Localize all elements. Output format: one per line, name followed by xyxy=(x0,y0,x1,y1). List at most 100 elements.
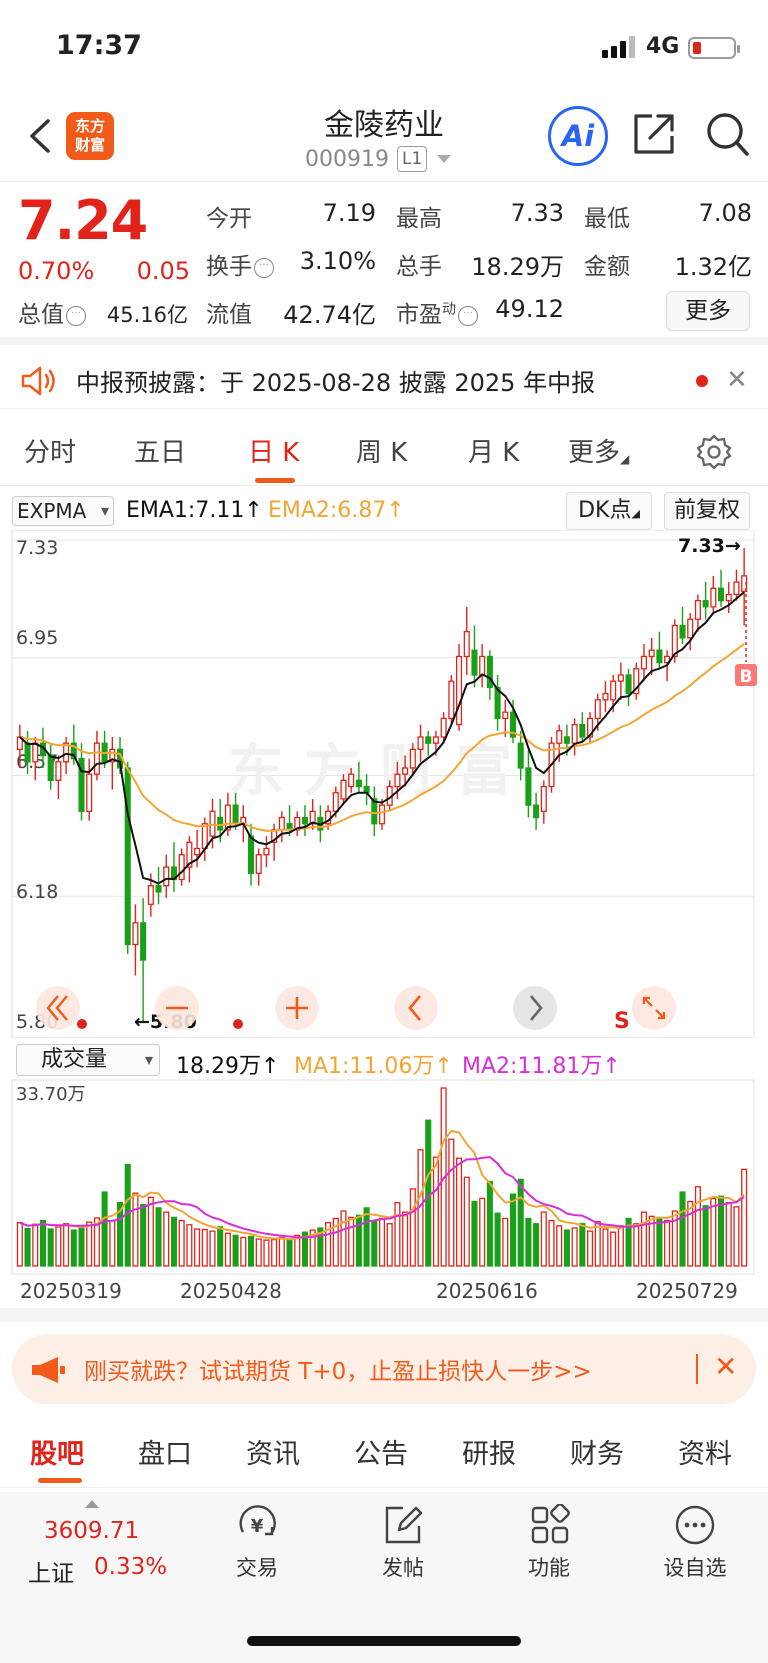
functions-button[interactable]: 功能 xyxy=(504,1504,594,1582)
gear-icon[interactable] xyxy=(696,434,732,470)
volume-indicator-select[interactable]: 成交量 xyxy=(16,1044,160,1076)
ai-button[interactable]: Ai xyxy=(548,106,608,166)
candle-body xyxy=(178,854,185,881)
volume-bar xyxy=(679,1191,686,1267)
close-icon[interactable]: ✕ xyxy=(726,365,748,395)
open-label: 今开 xyxy=(206,206,252,232)
kline-chart[interactable]: 东方财富 7.33 6.95 6.57 6.18 5.80 7.33→ ←5.8… xyxy=(0,530,768,1038)
volume-bar xyxy=(733,1206,740,1267)
tab-five-day[interactable]: 五日 xyxy=(134,432,186,469)
candle-body xyxy=(563,736,570,744)
high-value: 7.33 xyxy=(510,199,564,227)
stock-code-selector[interactable]: 000919 L1 xyxy=(305,146,452,172)
share-icon[interactable] xyxy=(632,112,676,156)
candle-body xyxy=(24,742,31,763)
indicator-select[interactable]: EXPMA xyxy=(12,496,114,526)
candle-body xyxy=(471,649,478,676)
volume-bar xyxy=(633,1223,640,1267)
active-tab-indicator xyxy=(255,478,295,483)
volume-bar xyxy=(178,1219,185,1267)
index-value: 3609.71 xyxy=(44,1518,140,1544)
tab-financials[interactable]: 财务 xyxy=(570,1432,624,1471)
info-icon[interactable]: ··· xyxy=(66,306,86,326)
tab-news[interactable]: 资讯 xyxy=(246,1432,300,1471)
open-value: 7.19 xyxy=(322,199,376,227)
candle-body xyxy=(278,816,285,831)
volume-bar xyxy=(294,1234,301,1267)
tab-research[interactable]: 研报 xyxy=(462,1432,516,1471)
low-value: 7.08 xyxy=(698,199,752,227)
volume-bar xyxy=(533,1223,540,1267)
tab-profile[interactable]: 资料 xyxy=(678,1432,732,1471)
candle-body xyxy=(502,711,509,720)
customize-watchlist-button[interactable]: 设自选 xyxy=(650,1504,740,1582)
tab-daily-k[interactable]: 日 K xyxy=(248,432,299,469)
current-price: 7.24 xyxy=(18,189,148,252)
candle-body xyxy=(610,680,617,701)
candle-body xyxy=(617,674,624,682)
info-icon[interactable]: ··· xyxy=(458,306,478,326)
fullscreen-button[interactable] xyxy=(632,986,676,1030)
more-button[interactable]: 更多 xyxy=(666,291,750,331)
info-icon[interactable]: ··· xyxy=(254,258,274,278)
level-badge: L1 xyxy=(396,146,428,172)
notice-bar[interactable]: 中报预披露：于 2025-08-28 披露 2025 年中报 ✕ xyxy=(0,353,768,409)
candle-body xyxy=(556,730,563,744)
adjust-button[interactable]: 前复权 xyxy=(664,492,750,530)
volume-bar xyxy=(394,1201,401,1267)
tab-intraday[interactable]: 分时 xyxy=(24,432,76,469)
trade-label: 交易 xyxy=(236,1556,278,1580)
ema1-value: EMA1:7.11↑ xyxy=(126,498,263,523)
volume-bar xyxy=(24,1227,31,1267)
candle-body xyxy=(640,655,648,670)
volume-bar xyxy=(687,1200,694,1267)
volume-bar xyxy=(471,1200,478,1267)
volume-bar xyxy=(32,1223,39,1267)
volume-bar xyxy=(155,1207,162,1267)
trade-button[interactable]: ¥ 交易 xyxy=(212,1504,302,1582)
candle-body xyxy=(679,624,686,639)
tab-announcements[interactable]: 公告 xyxy=(354,1432,408,1471)
volume-bar xyxy=(340,1210,347,1267)
candle-body xyxy=(687,618,694,639)
volume-bar xyxy=(286,1238,293,1267)
post-button[interactable]: 发帖 xyxy=(358,1504,448,1582)
tab-order-book[interactable]: 盘口 xyxy=(138,1432,192,1471)
candle-body xyxy=(733,581,740,596)
candle-body xyxy=(463,630,470,658)
tab-more[interactable]: 更多◢ xyxy=(568,432,629,469)
futures-ad-banner[interactable]: 刚买就跌？试试期货 T+0，止盈止损快人一步>> ✕ xyxy=(12,1334,756,1404)
close-icon[interactable]: ✕ xyxy=(714,1350,737,1383)
scroll-left-fast-button[interactable] xyxy=(36,986,80,1030)
volume-bar xyxy=(170,1216,177,1267)
volume-bar xyxy=(694,1186,701,1267)
candle-body xyxy=(625,674,632,695)
volume-bar xyxy=(147,1196,154,1267)
scroll-right-button[interactable] xyxy=(513,986,557,1030)
candle-body xyxy=(255,854,262,874)
dk-point-button[interactable]: DK点◢ xyxy=(566,492,652,530)
candle-body xyxy=(47,754,54,782)
tab-guba[interactable]: 股吧 xyxy=(30,1432,84,1471)
turnover-label: 换手 ··· xyxy=(206,247,274,281)
search-icon[interactable] xyxy=(706,112,750,158)
tab-weekly-k[interactable]: 周 K xyxy=(356,432,407,469)
volume-bar xyxy=(617,1225,624,1267)
candle-body xyxy=(93,742,100,775)
zoom-in-button[interactable] xyxy=(275,986,319,1030)
change-amount: 0.05 xyxy=(136,257,190,285)
tab-monthly-k[interactable]: 月 K xyxy=(468,432,519,469)
market-cap-value: 45.16亿 xyxy=(106,303,188,327)
candle-body xyxy=(717,587,725,602)
volume-bar xyxy=(386,1223,393,1267)
volume-header: 成交量 18.29万↑ MA1:11.06万↑ MA2:11.81万↑ xyxy=(0,1040,768,1080)
volume-bar xyxy=(47,1228,54,1267)
candle-body xyxy=(525,767,532,806)
zoom-out-button[interactable] xyxy=(155,986,199,1030)
volume-bar xyxy=(448,1138,455,1267)
volume-bar xyxy=(717,1195,725,1267)
volume-chart[interactable]: 33.70万 20250319 20250428 20250616 202507… xyxy=(0,1076,768,1322)
megaphone-icon xyxy=(32,1357,65,1383)
volume-bar xyxy=(664,1219,671,1267)
scroll-left-button[interactable] xyxy=(394,986,438,1030)
